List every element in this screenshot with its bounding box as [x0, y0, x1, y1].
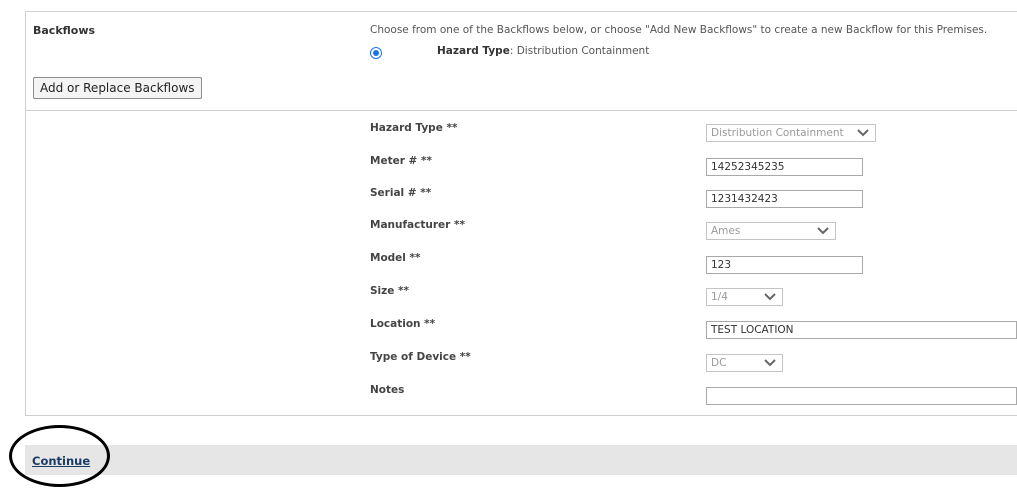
section-divider — [25, 110, 1017, 111]
annotation-circle — [9, 425, 110, 487]
location-label: Location ** — [370, 318, 436, 330]
backflow-option-label: Hazard Type: Distribution Containment — [437, 45, 650, 57]
model-input[interactable]: 123 — [706, 256, 863, 274]
size-select[interactable]: 1/4 — [706, 288, 783, 306]
hazard-type-caption: Hazard Type — [437, 45, 510, 57]
backflows-panel — [25, 11, 1017, 416]
hazard-type-option-value: Distribution Containment — [516, 45, 650, 57]
chevron-down-icon — [857, 129, 869, 137]
serial-input[interactable]: 1231432423 — [706, 190, 863, 208]
hazard-type-label: Hazard Type ** — [370, 122, 458, 134]
device-type-select-value: DC — [711, 357, 727, 369]
hazard-type-select[interactable]: Distribution Containment — [706, 124, 876, 142]
manufacturer-select[interactable]: Ames — [706, 222, 836, 240]
device-type-select[interactable]: DC — [706, 354, 783, 372]
continue-bar — [25, 445, 1017, 475]
size-label: Size ** — [370, 285, 410, 297]
manufacturer-select-value: Ames — [711, 225, 741, 237]
hazard-type-select-value: Distribution Containment — [711, 127, 844, 139]
chevron-down-icon — [764, 359, 776, 367]
meter-label: Meter # ** — [370, 155, 432, 167]
manufacturer-label: Manufacturer ** — [370, 219, 465, 231]
add-or-replace-backflows-button[interactable]: Add or Replace Backflows — [33, 77, 202, 99]
backflow-instructions: Choose from one of the Backflows below, … — [370, 24, 988, 36]
meter-input[interactable]: 14252345235 — [706, 158, 863, 176]
notes-input[interactable] — [706, 387, 1017, 405]
location-input[interactable]: TEST LOCATION — [706, 321, 1017, 339]
model-label: Model ** — [370, 252, 421, 264]
size-select-value: 1/4 — [711, 291, 728, 303]
device-type-label: Type of Device ** — [370, 351, 471, 363]
chevron-down-icon — [764, 293, 776, 301]
backflow-option-radio[interactable] — [370, 47, 382, 59]
serial-label: Serial # ** — [370, 187, 432, 199]
section-label-backflows: Backflows — [33, 24, 96, 37]
notes-label: Notes — [370, 384, 405, 396]
chevron-down-icon — [817, 227, 829, 235]
